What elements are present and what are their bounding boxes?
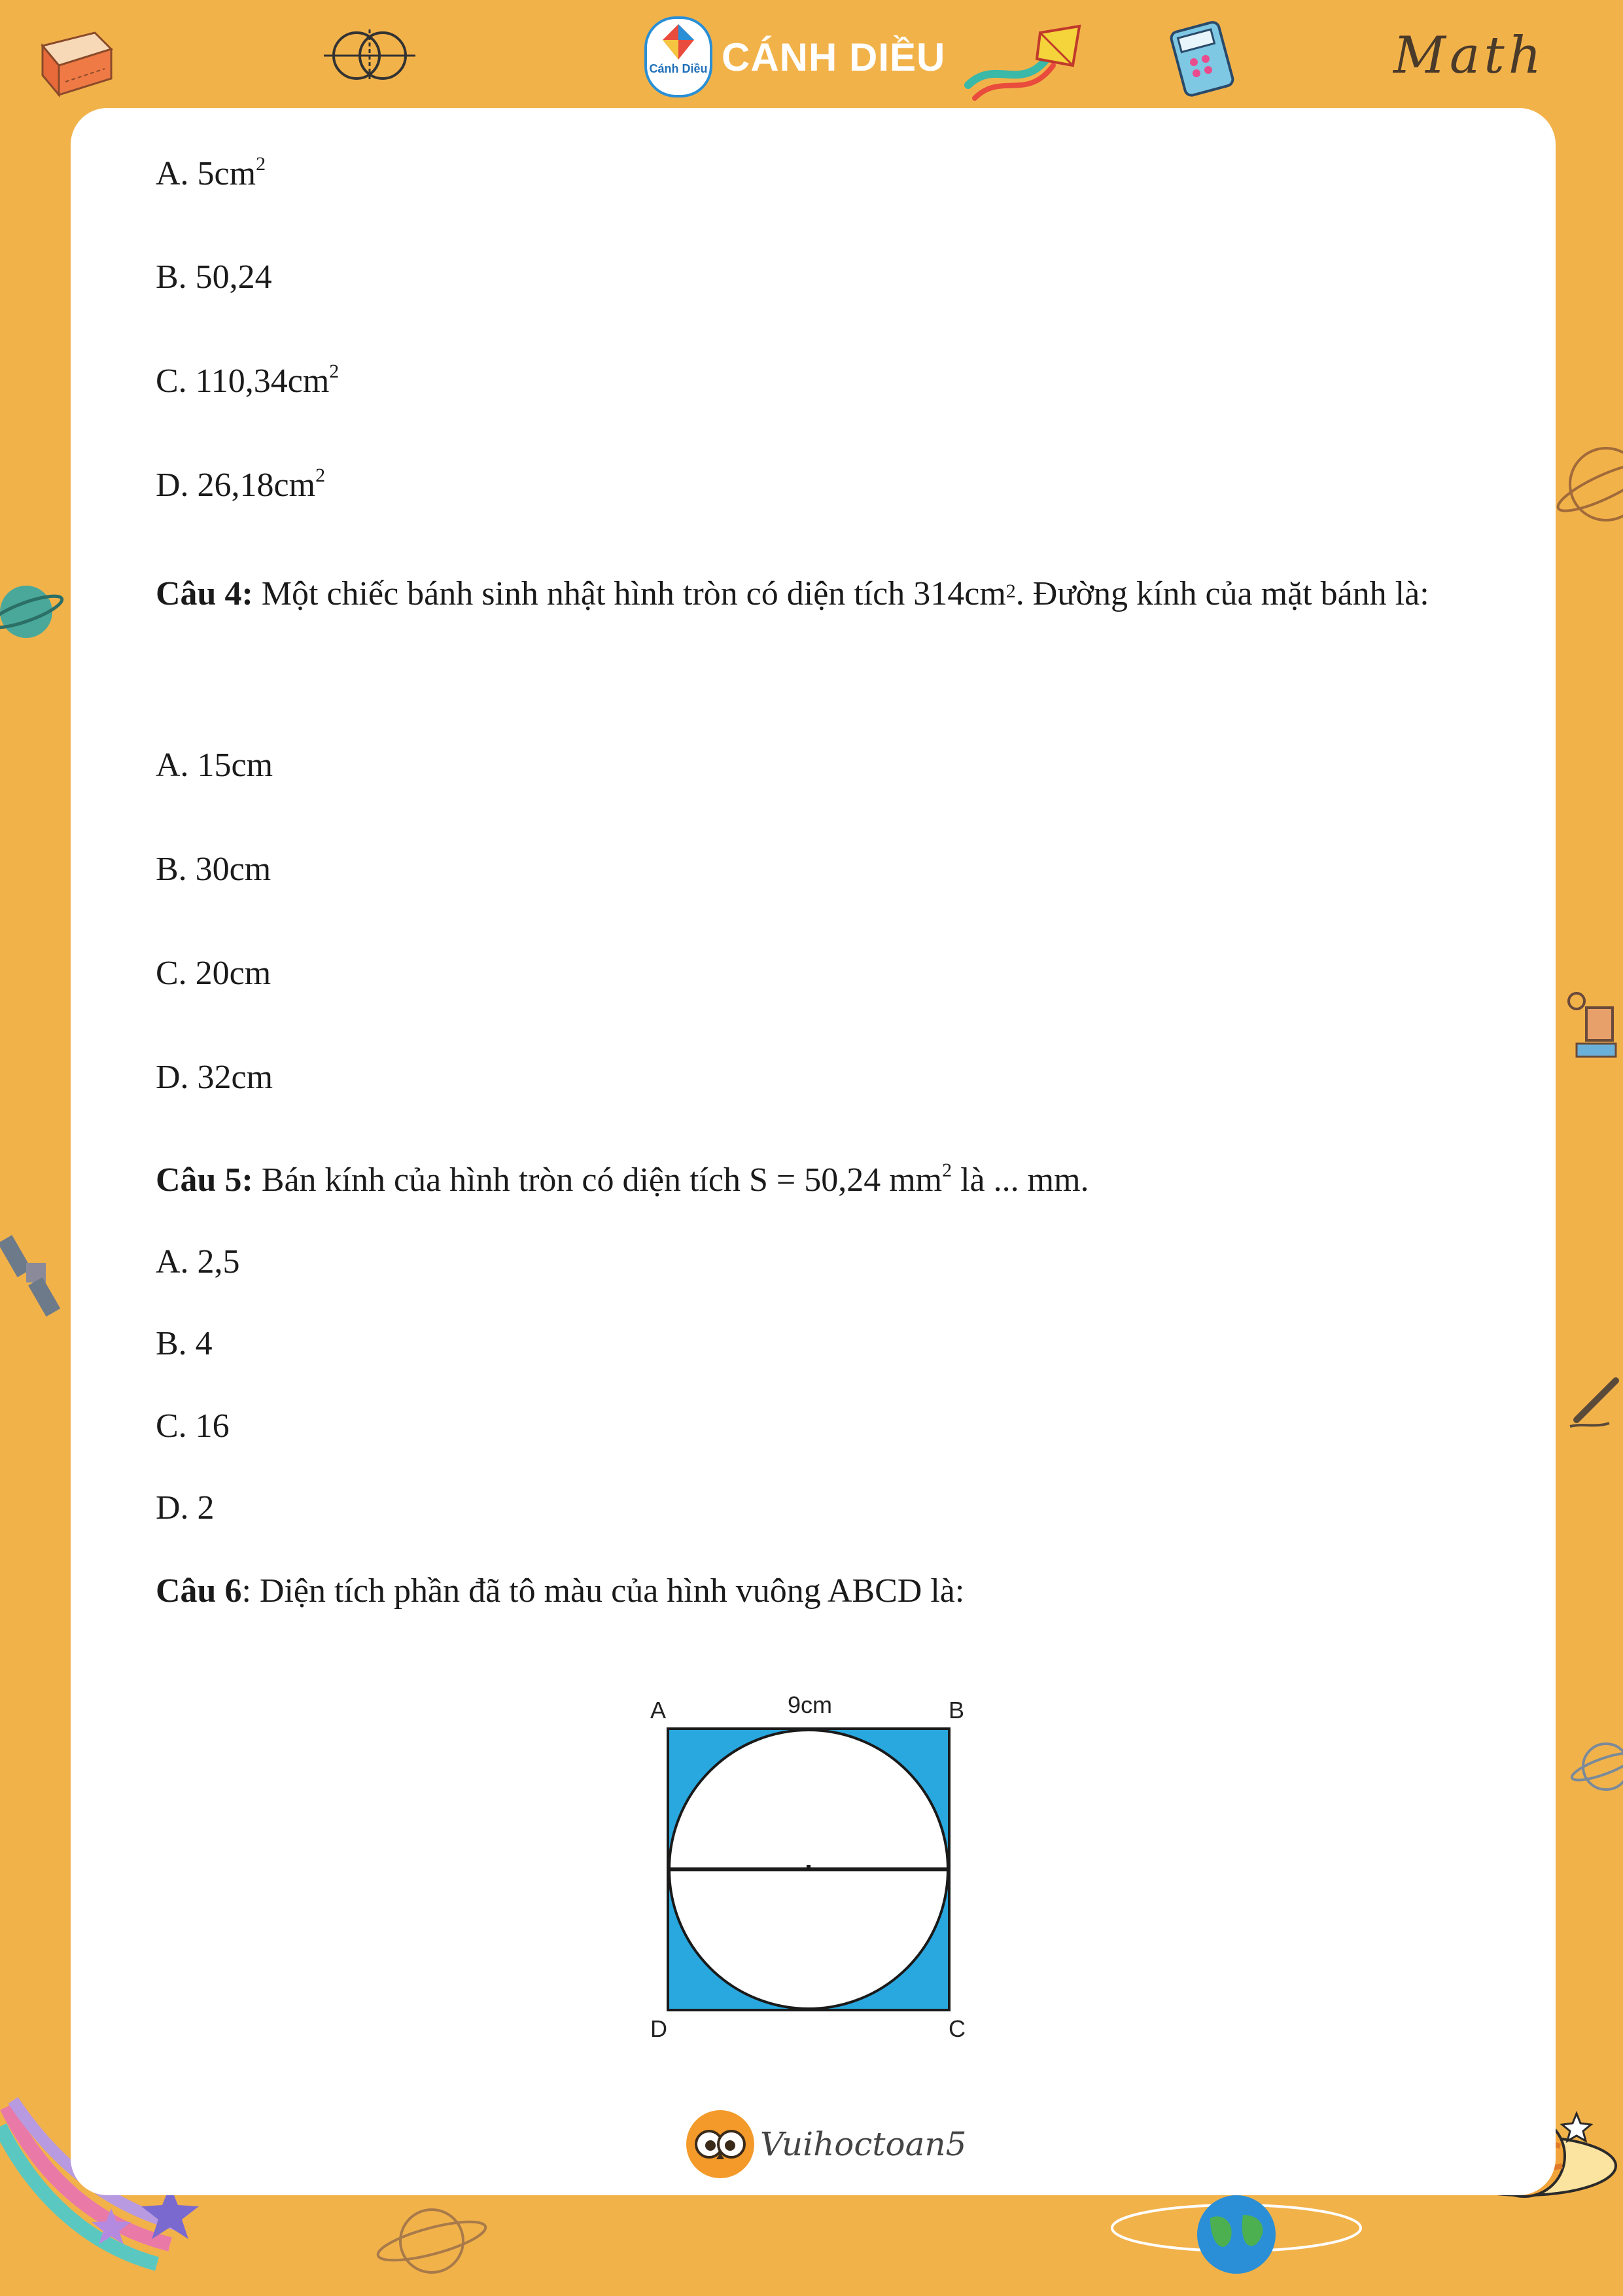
earth-orbit-icon xyxy=(1111,2195,1362,2274)
planet-icon xyxy=(0,586,64,638)
brand-logo-text: Cánh Diều xyxy=(649,62,708,75)
planet-outline-bottom-icon xyxy=(376,2208,487,2274)
q6-prompt: Câu 6: Diện tích phần đã tô màu của hình… xyxy=(156,1572,965,1610)
q5-prompt: Câu 5: Bán kính của hình tròn có diện tí… xyxy=(156,1159,1089,1199)
q5-option-d: D. 2 xyxy=(156,1489,215,1527)
pencil-icon xyxy=(1569,1377,1619,1428)
label-a: A xyxy=(650,1697,667,1723)
q5-option-b: B. 4 xyxy=(156,1325,213,1362)
label-c: C xyxy=(949,2015,966,2042)
label-d: D xyxy=(650,2015,667,2042)
satellite-icon xyxy=(1567,992,1617,1058)
brand-logo: Cánh Diều xyxy=(644,16,712,97)
q3-option-d: D. 26,18cm2 xyxy=(156,465,326,504)
q3-option-b: B. 50,24 xyxy=(156,258,272,296)
q4-option-a: A. 15cm xyxy=(156,747,273,784)
planet-outline-icon xyxy=(1556,447,1623,521)
calculator-icon xyxy=(1170,21,1234,97)
q5-number: Câu 5: xyxy=(156,1161,253,1199)
q4-prompt: Câu 4: Một chiếc bánh sinh nhật hình trò… xyxy=(156,575,1429,612)
brand: Cánh Diều CÁNH DIỀU xyxy=(644,14,945,99)
planet-small-icon xyxy=(1570,1742,1623,1791)
q6-number: Câu 6 xyxy=(156,1572,242,1610)
q4-option-c: C. 20cm xyxy=(156,955,271,992)
footer-logo: Vuihoctoan5 xyxy=(684,2108,966,2180)
q4-option-d: D. 32cm xyxy=(156,1059,273,1096)
space-station-icon xyxy=(0,1235,61,1317)
owl-icon xyxy=(686,2110,754,2178)
math-word: Math xyxy=(1393,26,1545,85)
q5-option-a: A. 2,5 xyxy=(156,1243,240,1280)
brand-name: CÁNH DIỀU xyxy=(722,35,946,79)
q4-number: Câu 4: xyxy=(156,575,253,612)
kite-flying-icon xyxy=(964,24,1081,101)
figure-drawing xyxy=(667,1727,951,2011)
ruler-box-icon xyxy=(41,31,113,98)
label-b: B xyxy=(949,1697,965,1723)
square-circle-figure: A B 9cm D C xyxy=(641,1678,981,2048)
side-length-label: 9cm xyxy=(788,1691,833,1718)
q4-option-b: B. 30cm xyxy=(156,851,271,888)
kite-icon xyxy=(663,24,694,60)
header-bar: Cánh Diều CÁNH DIỀU Math xyxy=(0,0,1623,108)
q3-option-c: C. 110,34cm2 xyxy=(156,361,340,400)
q5-option-c: C. 16 xyxy=(156,1407,230,1445)
q3-option-a: A. 5cm2 xyxy=(156,153,266,192)
venn-diagram-icon xyxy=(324,29,415,82)
circle-center-mark xyxy=(807,1865,811,1869)
footer-brand: Vuihoctoan5 xyxy=(760,2125,967,2163)
